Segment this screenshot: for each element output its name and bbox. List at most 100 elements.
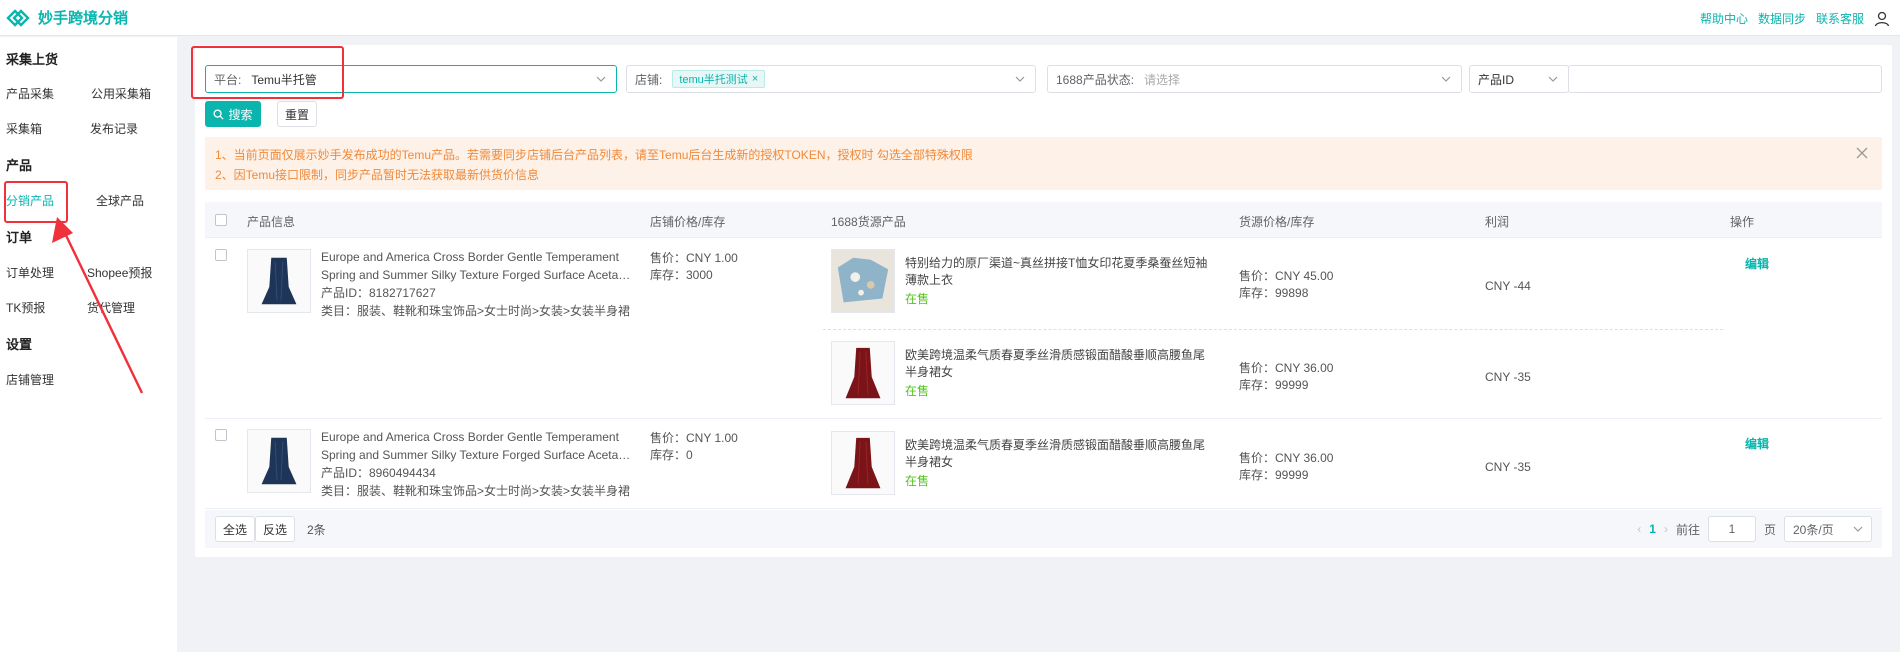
source-thumbnail[interactable] <box>831 341 895 405</box>
highlight-box-platform <box>191 46 344 99</box>
product-id-input[interactable] <box>1568 65 1882 93</box>
goto-page-value: 1 <box>1728 522 1736 536</box>
invert-selection-label: 反选 <box>262 522 287 537</box>
source-status-select[interactable]: 1688产品状态: 请选择 <box>1047 65 1462 93</box>
sidebar-group-collect: 采集上货 <box>6 52 59 67</box>
product-title-line2: Spring and Summer Silky Texture Forged S… <box>321 448 633 462</box>
source-stock: 库存：99999 <box>1239 468 1309 482</box>
shop-tag-label: temu半托测试 <box>679 74 748 86</box>
source-status: 在售 <box>905 292 930 306</box>
shop-price: 售价：CNY 1.00 <box>650 431 738 445</box>
product-title[interactable]: Europe and America Cross Border Gentle T… <box>321 428 633 464</box>
next-page-icon[interactable]: › <box>1664 522 1668 536</box>
table-row: Europe and America Cross Border Gentle T… <box>205 419 1882 509</box>
contact-support-link[interactable]: 联系客服 <box>1816 10 1864 27</box>
product-thumbnail[interactable] <box>247 429 311 493</box>
shop-tag: temu半托测试 × <box>672 70 766 88</box>
id-type-value: 产品ID <box>1478 72 1515 87</box>
source-stock: 库存：99898 <box>1239 286 1309 300</box>
annotation-arrow-icon <box>52 217 144 394</box>
page-size-value: 20条/页 <box>1793 522 1834 537</box>
select-all-checkbox[interactable] <box>215 214 227 226</box>
logo-icon <box>6 8 30 27</box>
sidebar-group-product: 产品 <box>6 158 33 173</box>
reset-button[interactable]: 重置 <box>277 101 317 127</box>
shop-select[interactable]: 店铺: temu半托测试 × <box>626 65 1036 93</box>
sidebar-item-global-products[interactable]: 全球产品 <box>96 192 144 209</box>
chevron-down-icon <box>1441 76 1451 82</box>
source-price: 售价：CNY 45.00 <box>1239 269 1334 283</box>
source-title[interactable]: 欧美跨境温柔气质春夏季丝滑质感锻面醋酸垂顺高腰鱼尾半身裙女 <box>905 347 1215 381</box>
profit-value: CNY -35 <box>1485 460 1531 474</box>
profit-value: CNY -35 <box>1485 370 1531 384</box>
prev-page-icon[interactable]: ‹ <box>1637 522 1641 536</box>
notice-alert: 1、当前页面仅展示妙手发布成功的Temu产品。若需要同步店铺后台产品列表，请至T… <box>205 137 1882 190</box>
source-status-placeholder: 请选择 <box>1144 72 1181 87</box>
profit-value: CNY -44 <box>1485 279 1531 293</box>
chevron-down-icon <box>596 76 606 82</box>
search-button[interactable]: 搜索 <box>205 101 261 127</box>
goto-page-input[interactable]: 1 <box>1707 516 1756 542</box>
edit-button[interactable]: 编辑 <box>1745 255 1769 272</box>
product-category: 类目：服装、鞋靴和珠宝饰品>女士时尚>女装>女装半身裙 <box>321 304 631 318</box>
search-icon <box>213 108 225 120</box>
shop-label: 店铺: <box>635 72 663 87</box>
goto-label: 前往 <box>1675 522 1700 537</box>
sidebar-item-collect-box[interactable]: 采集箱 <box>6 120 42 137</box>
product-thumbnail[interactable] <box>247 249 311 313</box>
sidebar-item-product-collect[interactable]: 产品采集 <box>6 85 54 102</box>
product-title-line2: Spring and Summer Silky Texture Forged S… <box>321 268 633 282</box>
select-all-button[interactable]: 全选 <box>215 516 255 542</box>
close-icon[interactable] <box>1856 147 1868 159</box>
sidebar-group-order: 订单 <box>6 230 33 245</box>
row-checkbox[interactable] <box>215 429 227 441</box>
source-stock: 库存：99999 <box>1239 378 1309 392</box>
chevron-down-icon <box>1015 76 1025 82</box>
app-title: 妙手跨境分销 <box>38 10 129 27</box>
shop-stock: 库存：3000 <box>650 268 713 282</box>
pagination: ‹ 1 › 前往 1 页 20条/页 <box>1637 516 1872 542</box>
source-thumbnail[interactable] <box>831 249 895 313</box>
user-icon[interactable] <box>1874 11 1890 27</box>
product-category: 类目：服装、鞋靴和珠宝饰品>女士时尚>女装>女装半身裙 <box>321 484 631 498</box>
main-panel: 平台: Temu半托管 店铺: temu半托测试 × 1688产品状态: 请选择… <box>195 45 1892 557</box>
table-header: 产品信息 店铺价格/库存 1688货源产品 货源价格/库存 利润 操作 <box>205 202 1882 238</box>
product-title[interactable]: Europe and America Cross Border Gentle T… <box>321 248 633 284</box>
app-logo[interactable]: 妙手跨境分销 <box>6 7 128 28</box>
data-sync-link[interactable]: 数据同步 <box>1758 10 1806 27</box>
notice-line-1: 1、当前页面仅展示妙手发布成功的Temu产品。若需要同步店铺后台产品列表，请至T… <box>215 148 973 162</box>
product-title-line1: Europe and America Cross Border Gentle T… <box>321 250 619 264</box>
tag-close-icon[interactable]: × <box>752 73 758 85</box>
col-product-info: 产品信息 <box>247 215 296 229</box>
col-actions: 操作 <box>1730 215 1755 229</box>
row-checkbox[interactable] <box>215 249 227 261</box>
source-status: 在售 <box>905 384 930 398</box>
sidebar-item-public-collect-box[interactable]: 公用采集箱 <box>91 85 151 102</box>
total-count: 2条 <box>307 523 326 537</box>
shop-price: 售价：CNY 1.00 <box>650 251 738 265</box>
sidebar-item-publish-record[interactable]: 发布记录 <box>90 120 138 137</box>
col-1688-source: 1688货源产品 <box>831 215 906 229</box>
source-title[interactable]: 特别给力的原厂渠道~真丝拼接T恤女印花夏季桑蚕丝短袖薄款上衣 <box>905 255 1215 289</box>
source-thumbnail[interactable] <box>831 431 895 495</box>
page-size-select[interactable]: 20条/页 <box>1784 516 1872 542</box>
top-bar: 妙手跨境分销 帮助中心 数据同步 联系客服 <box>0 0 1900 36</box>
source-divider <box>823 329 1723 330</box>
table-row: Europe and America Cross Border Gentle T… <box>205 239 1882 419</box>
source-status-label: 1688产品状态: <box>1056 72 1135 87</box>
page-unit-label: 页 <box>1763 522 1776 537</box>
col-shop-price-stock: 店铺价格/库存 <box>650 215 726 229</box>
search-button-label: 搜索 <box>228 107 253 122</box>
source-title[interactable]: 欧美跨境温柔气质春夏季丝滑质感锻面醋酸垂顺高腰鱼尾半身裙女 <box>905 437 1215 471</box>
product-id: 产品ID：8182717627 <box>321 286 436 300</box>
chevron-down-icon <box>1853 526 1863 532</box>
current-page[interactable]: 1 <box>1649 522 1656 536</box>
source-price: 售价：CNY 36.00 <box>1239 451 1334 465</box>
select-all-label: 全选 <box>222 522 247 537</box>
help-center-link[interactable]: 帮助中心 <box>1700 10 1748 27</box>
id-type-select[interactable]: 产品ID <box>1469 65 1569 93</box>
invert-selection-button[interactable]: 反选 <box>255 516 295 542</box>
edit-button[interactable]: 编辑 <box>1745 435 1769 452</box>
col-profit: 利润 <box>1485 215 1510 229</box>
product-id: 产品ID：8960494434 <box>321 466 436 480</box>
